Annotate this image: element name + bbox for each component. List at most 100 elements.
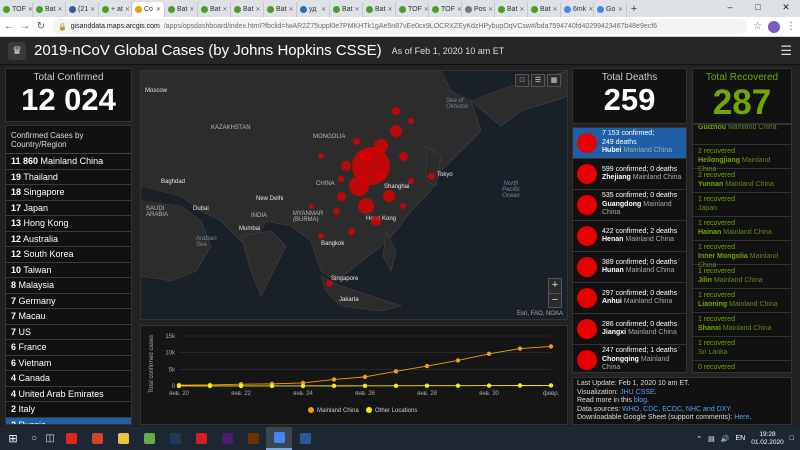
case-bubble[interactable]: [352, 137, 360, 145]
browser-tab[interactable]: Bat ✕: [264, 2, 297, 17]
download-link[interactable]: Here: [734, 414, 749, 421]
case-bubble[interactable]: [308, 203, 314, 209]
tab-close-icon[interactable]: ✕: [58, 6, 63, 13]
zoom-in-button[interactable]: +: [549, 279, 561, 293]
recovered-row[interactable]: 2 recovered Yunnan Mainland China: [693, 169, 791, 193]
deaths-row[interactable]: 7 153 confirmed; 249 deaths Hubei Mainland…: [573, 128, 686, 159]
browser-tab[interactable]: Bat ✕: [363, 2, 396, 17]
data-point[interactable]: [362, 383, 368, 389]
browser-tab[interactable]: Co ✕: [132, 2, 165, 17]
data-point[interactable]: [331, 377, 337, 382]
country-row[interactable]: 11 860 Mainland China: [6, 154, 131, 170]
case-bubble[interactable]: [374, 139, 388, 153]
case-bubble[interactable]: [398, 151, 408, 161]
country-row[interactable]: 7 Macau: [6, 309, 131, 325]
bookmark-icon[interactable]: □: [515, 74, 529, 87]
data-point[interactable]: [393, 369, 399, 374]
tab-close-icon[interactable]: ✕: [289, 6, 294, 13]
country-row[interactable]: 6 France: [6, 340, 131, 356]
browser-tab[interactable]: Bat ✕: [495, 2, 528, 17]
recovered-row[interactable]: 1 recovered Liaoning Mainland China: [693, 289, 791, 313]
data-point[interactable]: [238, 383, 244, 389]
case-bubble[interactable]: [318, 153, 324, 159]
country-row[interactable]: 12 Australia: [6, 232, 131, 247]
case-bubble[interactable]: [318, 233, 324, 239]
country-row[interactable]: 18 Singapore: [6, 185, 131, 201]
profile-avatar[interactable]: [768, 20, 780, 33]
data-point[interactable]: [455, 383, 461, 388]
tab-close-icon[interactable]: ✕: [588, 6, 593, 13]
clock[interactable]: 19:28 01.02.2020: [751, 431, 784, 447]
data-point[interactable]: [176, 383, 182, 389]
country-row[interactable]: 7 Germany: [6, 294, 131, 309]
case-bubble[interactable]: [360, 150, 372, 162]
case-bubble[interactable]: [383, 190, 395, 202]
recovered-row[interactable]: 1 recovered Shanxi Mainland China: [693, 313, 791, 337]
forward-icon[interactable]: →: [20, 21, 30, 32]
basemap-grid-icon[interactable]: ▦: [547, 74, 561, 87]
country-row[interactable]: 2 Russia: [6, 417, 131, 424]
word-app-icon[interactable]: [292, 427, 318, 450]
case-bubble[interactable]: [408, 118, 414, 124]
deaths-row[interactable]: 535 confirmed; 0 deaths Guangdong Mainlan…: [573, 190, 686, 221]
case-bubble[interactable]: [400, 203, 406, 209]
country-row[interactable]: 6 Vietnam: [6, 356, 131, 371]
greenshot-app-icon[interactable]: [136, 427, 162, 450]
case-bubble[interactable]: [332, 207, 340, 215]
data-point[interactable]: [486, 383, 492, 388]
maximize-icon[interactable]: □: [744, 0, 772, 17]
deaths-row[interactable]: 422 confirmed; 2 deaths Henan Mainland Ch…: [573, 221, 686, 252]
reload-icon[interactable]: ↻: [36, 21, 46, 32]
task-view-icon[interactable]: ◫: [42, 433, 58, 444]
tab-close-icon[interactable]: ✕: [125, 6, 130, 13]
browser-tab[interactable]: + at ✕: [99, 2, 132, 17]
tab-close-icon[interactable]: ✕: [355, 6, 360, 13]
country-row[interactable]: 4 United Arab Emirates: [6, 387, 131, 402]
opera-app-icon[interactable]: [58, 427, 84, 450]
hamburger-menu-icon[interactable]: ☰: [780, 43, 792, 59]
case-bubble[interactable]: [390, 125, 402, 137]
tab-close-icon[interactable]: ✕: [90, 6, 95, 13]
country-row[interactable]: 8 Malaysia: [6, 278, 131, 294]
visualization-link[interactable]: JHU CSSE: [620, 389, 655, 396]
case-bubble[interactable]: [341, 161, 351, 171]
recovered-row[interactable]: 0 recovered: [693, 361, 791, 372]
country-row[interactable]: 13 Hong Kong: [6, 216, 131, 232]
bookmark-star-icon[interactable]: ☆: [753, 21, 762, 32]
tab-close-icon[interactable]: ✕: [488, 6, 493, 13]
photoshop-app-icon[interactable]: [162, 427, 188, 450]
case-bubble[interactable]: [376, 171, 386, 181]
case-bubble[interactable]: [347, 227, 355, 235]
data-point[interactable]: [207, 383, 213, 389]
data-point[interactable]: [300, 383, 306, 389]
recovered-row[interactable]: Guizhou Mainland China: [693, 125, 791, 145]
browser-tab[interactable]: Bat ✕: [165, 2, 198, 17]
chrome-app-icon[interactable]: [266, 427, 292, 450]
explorer-app-icon[interactable]: [110, 427, 136, 450]
deaths-row[interactable]: 389 confirmed; 0 deaths Hunan Mainland Ch…: [573, 252, 686, 283]
country-row[interactable]: 2 Italy: [6, 402, 131, 418]
minimize-icon[interactable]: –: [716, 0, 744, 17]
case-bubble[interactable]: [325, 279, 333, 287]
recovered-row[interactable]: 1 recovered Hainan Mainland China: [693, 217, 791, 241]
recovered-row[interactable]: 1 recovered Inner Mongolia Mainland China: [693, 241, 791, 269]
case-bubble[interactable]: [392, 107, 400, 115]
browser-tab[interactable]: Go ✕: [594, 2, 627, 17]
country-row[interactable]: 7 US: [6, 325, 131, 340]
network-icon[interactable]: ▤: [708, 435, 715, 443]
tab-close-icon[interactable]: ✕: [553, 6, 558, 13]
browser-menu-icon[interactable]: ⋮: [786, 21, 796, 32]
case-bubble[interactable]: [349, 176, 369, 196]
case-bubble[interactable]: [408, 178, 414, 184]
tab-close-icon[interactable]: ✕: [321, 6, 326, 13]
country-row[interactable]: 10 Taiwan: [6, 263, 131, 278]
tab-close-icon[interactable]: ✕: [388, 6, 393, 13]
close-icon[interactable]: ✕: [772, 0, 800, 17]
data-point[interactable]: [548, 383, 554, 388]
case-bubble[interactable]: [358, 198, 374, 214]
volume-icon[interactable]: 🔊: [721, 435, 730, 443]
data-point[interactable]: [424, 363, 430, 369]
data-sources-links[interactable]: WHO, CDC, ECDC, NHC and DXY.: [622, 406, 732, 413]
country-row[interactable]: 19 Thailand: [6, 170, 131, 185]
premiere-app-icon[interactable]: [214, 427, 240, 450]
